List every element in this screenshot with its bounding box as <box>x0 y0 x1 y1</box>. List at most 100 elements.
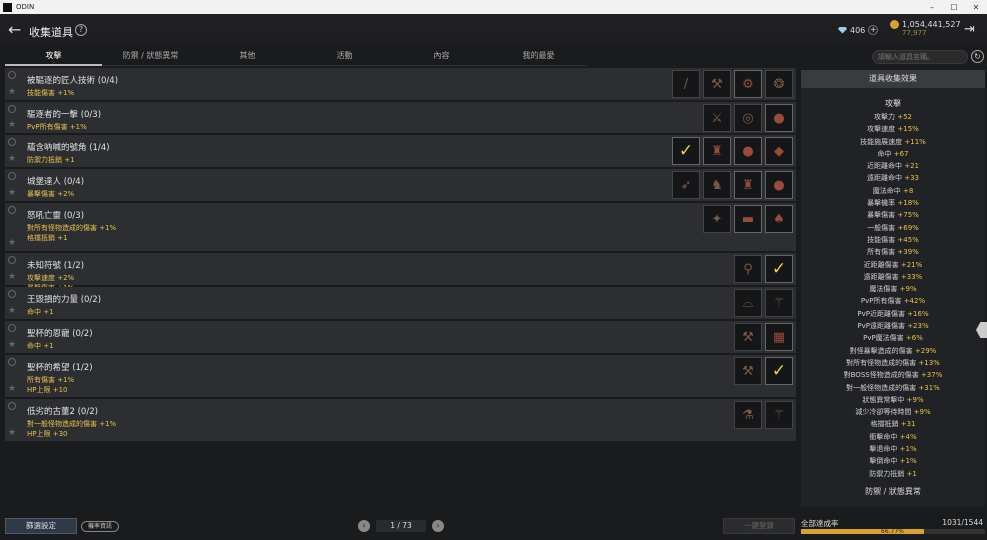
maximize-button[interactable]: ☐ <box>943 3 965 12</box>
item-slot[interactable]: ⚒ <box>734 323 762 351</box>
tab-attack[interactable]: 攻擊 <box>5 48 102 66</box>
close-window-button[interactable]: ✕ <box>965 3 987 12</box>
collection-row[interactable]: ★ 蘊含吶喊的號角 (1/4) 防禦力抵銷 +1 ✓ ♜ ● ◆ <box>5 135 796 169</box>
bookmark-icon[interactable] <box>8 138 16 146</box>
item-slot[interactable]: ✓ <box>765 357 793 385</box>
prev-page-button[interactable]: ‹ <box>358 520 370 532</box>
item-slot[interactable]: ➶ <box>672 171 700 199</box>
favorite-star-icon[interactable]: ★ <box>8 121 16 130</box>
tab-favorites[interactable]: 我的最愛 <box>490 48 587 66</box>
item-slot[interactable]: ◆ <box>765 137 793 165</box>
next-page-button[interactable]: › <box>432 520 444 532</box>
favorite-star-icon[interactable]: ★ <box>8 385 16 394</box>
one-click-register-button[interactable]: 一鍵登錄 <box>723 518 795 534</box>
favorite-star-icon[interactable]: ★ <box>8 155 16 164</box>
effect-line: 魔法傷害 +9% <box>801 283 985 295</box>
collection-row[interactable]: ★ 低劣的古董2 (0/2) 對一般怪物造成的傷害 +1% HP上限 +30 ⚗ ⚚ <box>5 399 796 443</box>
bookmark-icon[interactable] <box>8 324 16 332</box>
tab-defense-status[interactable]: 防禦 / 狀態異常 <box>102 48 199 66</box>
bookmark-icon[interactable] <box>8 256 16 264</box>
collection-row[interactable]: ★ 王毀損的力量 (0/2) 命中 +1 ⌓ ⚚ <box>5 287 796 321</box>
effect-name: 近距離傷害 <box>863 260 899 269</box>
collection-stats: 命中 +1 <box>27 341 54 351</box>
item-slot[interactable]: ● <box>765 171 793 199</box>
item-slot[interactable]: ❂ <box>765 70 793 98</box>
effect-line: 技能傷害 +45% <box>801 234 985 246</box>
item-slot[interactable]: ✓ <box>672 137 700 165</box>
item-slot[interactable]: ♜ <box>734 171 762 199</box>
item-slot[interactable]: ⚗ <box>734 401 762 429</box>
item-icon: ⚙ <box>742 76 754 92</box>
help-icon[interactable]: ? <box>75 24 87 36</box>
collection-row[interactable]: ★未知符號 (1/2)攻擊速度 +2%暴擊傷害 +1%⚲✓ <box>5 253 796 292</box>
item-slot[interactable]: ⚲ <box>734 255 762 283</box>
effect-name: 攻擊速度 <box>867 125 896 134</box>
favorite-star-icon[interactable]: ★ <box>8 88 16 97</box>
favorite-star-icon[interactable]: ★ <box>8 429 16 438</box>
tab-event[interactable]: 活動 <box>296 48 393 66</box>
section-attack-heading: 攻擊 <box>885 99 901 108</box>
item-slot[interactable]: ⚙ <box>734 70 762 98</box>
add-gem-button[interactable]: + <box>868 25 879 35</box>
effect-line: 所有傷害 +39% <box>801 246 985 258</box>
favorite-star-icon[interactable]: ★ <box>8 189 16 198</box>
exit-icon[interactable]: ⇥ <box>964 22 975 37</box>
favorite-star-icon[interactable]: ★ <box>8 273 16 282</box>
collection-row[interactable]: ★ 城堡達人 (0/4) 暴擊傷害 +2% ➶ ♞ ♜ ● <box>5 169 796 203</box>
item-slot[interactable]: ▦ <box>765 323 793 351</box>
effect-name: 一般傷害 <box>867 223 896 232</box>
collection-row[interactable]: ★ 驅逐者的一擊 (0/3) PvP所有傷害 +1% ⚔ ◎ ● <box>5 102 796 135</box>
favorite-star-icon[interactable]: ★ <box>8 341 16 350</box>
favorite-star-icon[interactable]: ★ <box>8 307 16 316</box>
refresh-icon[interactable]: ↻ <box>971 50 984 63</box>
bookmark-icon[interactable] <box>8 105 16 113</box>
effect-name: 狀態異常擊中 <box>862 395 905 404</box>
collection-row[interactable]: ★ 被驅逐的匠人技術 (0/4) 技能傷害 +1% / ⚒ ⚙ ❂ <box>5 68 796 102</box>
item-slot[interactable]: ⌓ <box>734 289 762 317</box>
bookmark-icon[interactable] <box>8 358 16 366</box>
effect-name: 對一般怪物造成的傷害 <box>846 383 917 392</box>
favorite-star-icon[interactable]: ★ <box>8 239 16 248</box>
bookmark-icon[interactable] <box>8 206 16 214</box>
item-slot[interactable]: ✦ <box>703 205 731 233</box>
item-slot[interactable]: ⚒ <box>734 357 762 385</box>
collection-name: 城堡達人 (0/4) <box>27 177 85 187</box>
stat-line: HP上限 +30 <box>27 430 68 438</box>
bookmark-icon[interactable] <box>8 402 16 410</box>
tab-content[interactable]: 內容 <box>393 48 490 66</box>
item-slot[interactable]: ● <box>734 137 762 165</box>
collection-row[interactable]: ★ 聖杯的希望 (1/2) 所有傷害 +1% HP上限 +10 ⚒ ✓ <box>5 355 796 399</box>
item-icon: ♞ <box>711 177 723 193</box>
item-slot[interactable]: ♜ <box>703 137 731 165</box>
effect-value: +67 <box>893 149 909 158</box>
item-slot[interactable]: ✓ <box>765 255 793 283</box>
bookmark-icon[interactable] <box>8 71 16 79</box>
effect-value: +9% <box>913 408 931 417</box>
back-arrow-icon[interactable]: ← <box>8 22 21 38</box>
collection-name: 被驅逐的匠人技術 (0/4) <box>27 76 119 86</box>
item-slot[interactable]: ● <box>765 104 793 132</box>
item-slot[interactable]: ♠ <box>765 205 793 233</box>
collection-name: 王毀損的力量 (0/2) <box>27 295 102 305</box>
item-slot[interactable]: ⚚ <box>765 289 793 317</box>
tab-other[interactable]: 其他 <box>199 48 296 66</box>
item-slot[interactable]: ⚚ <box>765 401 793 429</box>
collection-row[interactable]: ★ 聖杯的恩寵 (0/2) 命中 +1 ⚒ ▦ <box>5 321 796 355</box>
item-slot[interactable]: / <box>672 70 700 98</box>
item-slot[interactable]: ▬ <box>734 205 762 233</box>
item-slot[interactable]: ⚒ <box>703 70 731 98</box>
bookmark-icon[interactable] <box>8 172 16 180</box>
stat-line: 命中 +1 <box>27 308 54 316</box>
search-input[interactable]: 請輸入道具名稱。 <box>872 50 968 64</box>
collection-row[interactable]: ★ 怒吼亡靈 (0/3) 對所有怪物造成的傷害 +1% 格擋抵銷 +1 ✦ ▬ ♠ <box>5 203 796 253</box>
collection-name: 聖杯的恩寵 (0/2) <box>27 329 93 339</box>
stat-line: 暴擊傷害 +2% <box>27 190 75 198</box>
item-slot[interactable]: ◎ <box>734 104 762 132</box>
item-slot[interactable]: ♞ <box>703 171 731 199</box>
bookmark-icon[interactable] <box>8 290 16 298</box>
probability-info-button[interactable]: 機率資訊 <box>81 521 119 532</box>
minimize-button[interactable]: – <box>921 3 943 12</box>
item-slot[interactable]: ⚔ <box>703 104 731 132</box>
filter-settings-button[interactable]: 篩選設定 <box>5 518 77 534</box>
effect-line: 攻擊力 +52 <box>801 111 985 123</box>
